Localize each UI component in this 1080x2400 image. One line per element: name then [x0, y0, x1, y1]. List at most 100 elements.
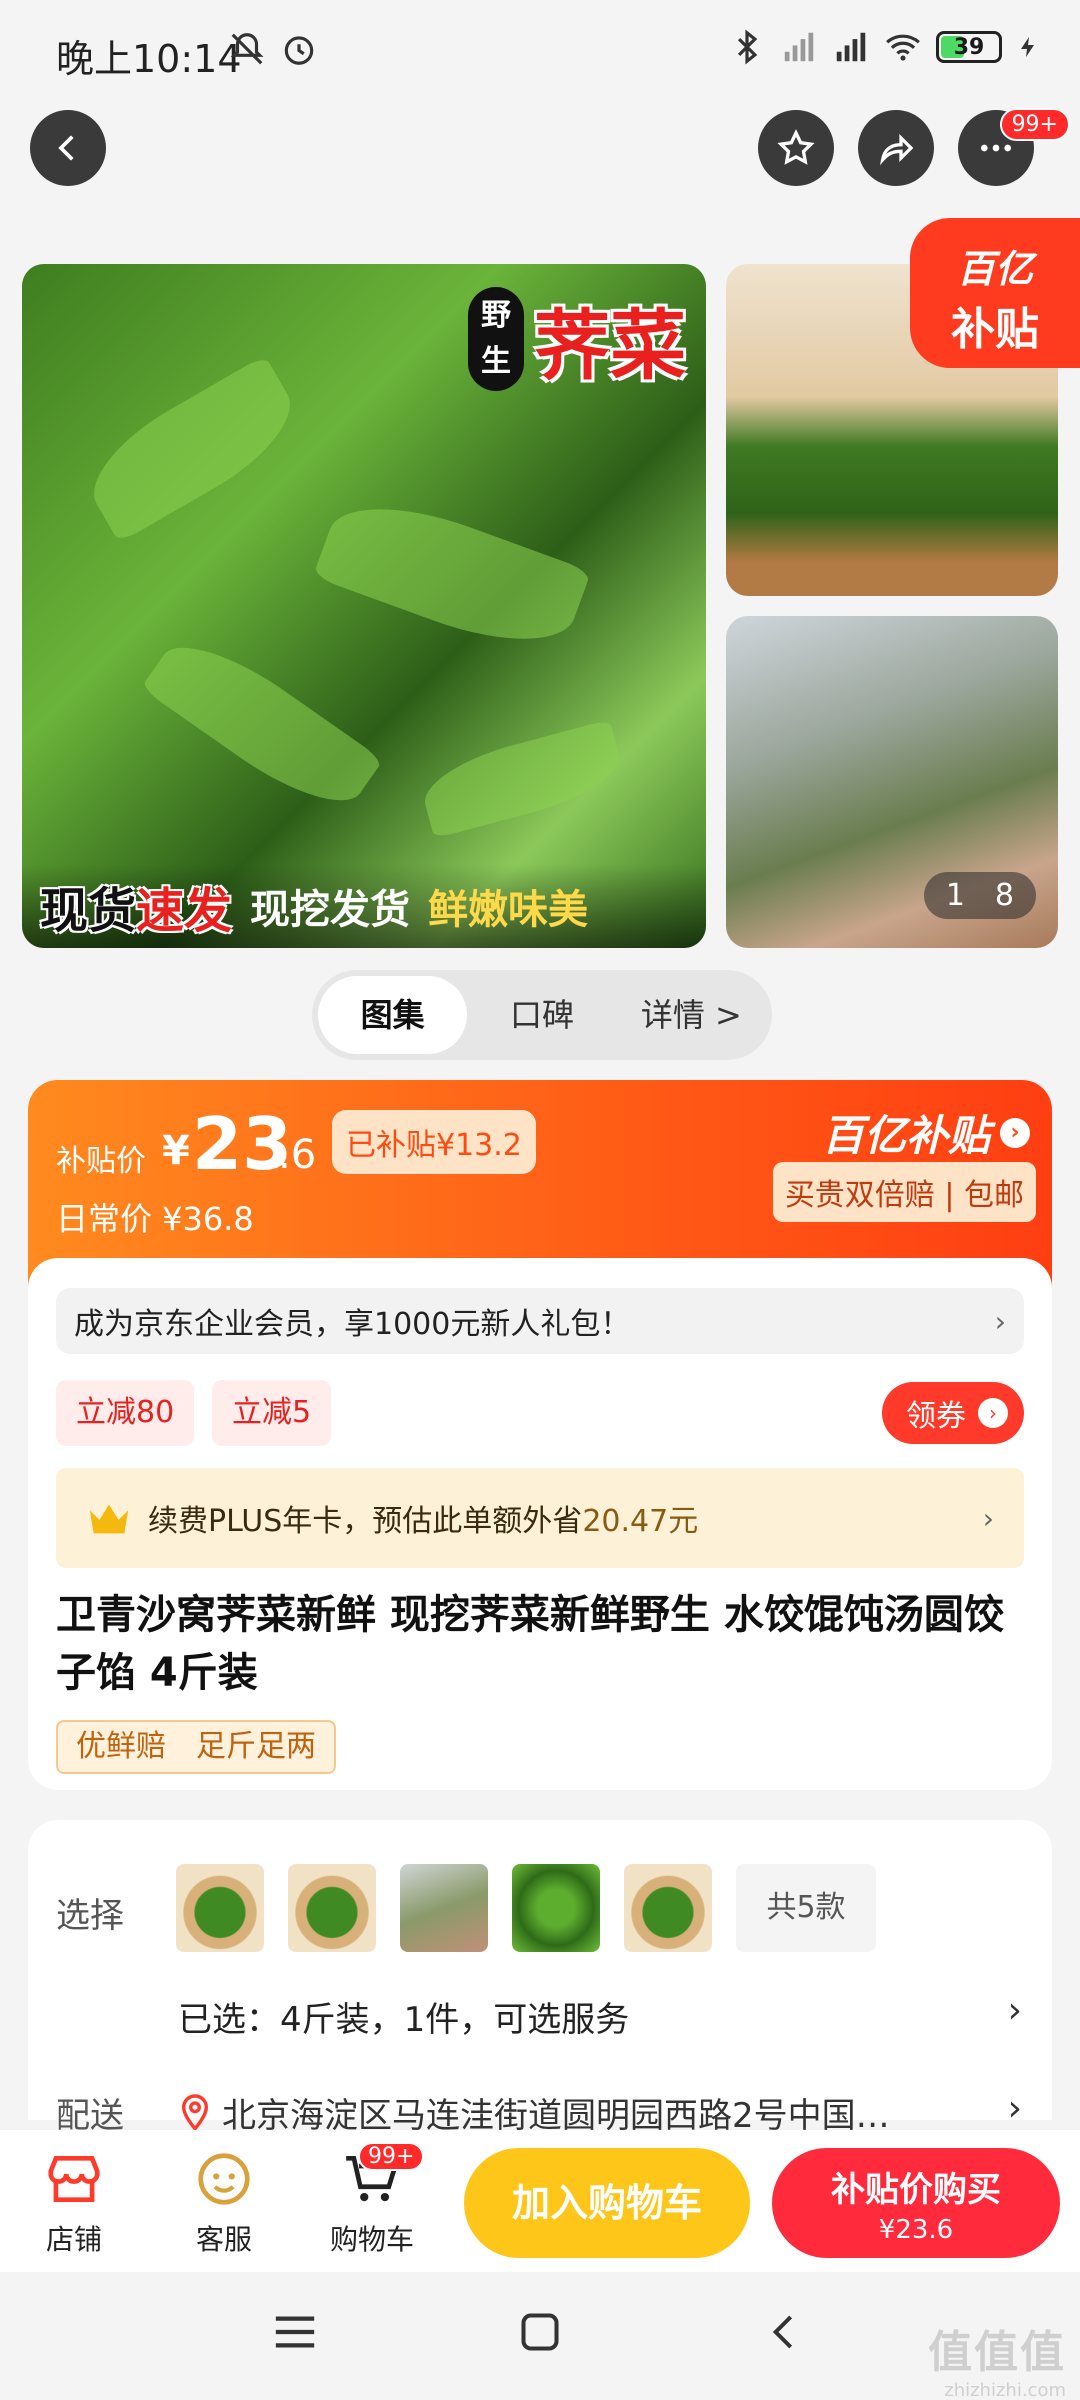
subsidy-brand: 百亿补贴 [821, 1111, 990, 1160]
counter-current: 1 [945, 878, 965, 913]
plus-text: 续费PLUS年卡，预估此单额外省20.47元 [148, 1496, 698, 1540]
home-icon[interactable] [518, 2310, 562, 2354]
store-icon [48, 2156, 100, 2202]
bell-off-icon [230, 33, 264, 65]
image-bottom-banner: 现货速发 现挖发货 鲜嫩味美 [22, 864, 706, 948]
chevron-left-icon [58, 135, 74, 161]
plus-amount: 20.47元 [582, 1504, 699, 1539]
image-title-overlay: 野生 荠菜 [468, 284, 686, 394]
back-button[interactable] [30, 110, 106, 186]
customer-service-button[interactable]: 客服 [164, 2148, 284, 2258]
tab-reviews[interactable]: 口碑 [467, 976, 616, 1054]
more-badge: 99+ [999, 108, 1070, 141]
variant-thumbnail[interactable] [400, 1864, 488, 1952]
chevron-right-icon: › [982, 1501, 994, 1535]
system-navigation-bar [0, 2272, 1080, 2400]
share-button[interactable] [858, 110, 934, 186]
customer-service-icon [198, 2153, 250, 2205]
watermark: 值值值 zhizhizhi.com [928, 2316, 1066, 2400]
guarantee-badge[interactable]: 优鲜赔 足斤足两 [56, 1720, 336, 1774]
detail-tabs: 图集 口碑 详情 > [312, 970, 772, 1060]
leaf-shape [74, 355, 310, 543]
chevron-right-icon: › [978, 1398, 1008, 1428]
plus-prefix: 续费PLUS年卡，预估此单额外省 [148, 1504, 583, 1539]
signal-icon [784, 32, 814, 62]
discount-chip[interactable]: 立减80 [56, 1380, 195, 1446]
wild-badge: 野生 [468, 287, 524, 391]
signal-hd-icon [836, 32, 866, 62]
leaf-shape [312, 482, 592, 666]
in-stock-text: 现货 [40, 883, 137, 939]
product-title: 卫青沙窝荠菜新鲜 现挖荠菜新鲜野生 水饺馄饨汤圆饺子馅 4斤装 [56, 1592, 1004, 1696]
menu-icon[interactable] [272, 2312, 318, 2352]
buy-label: 补贴价购买 [831, 2170, 1001, 2210]
variant-thumbnail[interactable] [288, 1864, 376, 1952]
leaf-shape [416, 719, 628, 839]
cart-badge: 99+ [358, 2142, 425, 2171]
get-coupon-button[interactable]: 领券 › [882, 1382, 1024, 1444]
plus-membership-bar[interactable]: 续费PLUS年卡，预估此单额外省20.47元 › [56, 1468, 1024, 1568]
fast-text: 速发 [136, 883, 233, 939]
counter-total: 8 [994, 878, 1014, 913]
guarantee-weight: 足斤足两 [196, 1729, 316, 1764]
cart-label: 购物车 [329, 2223, 414, 2256]
double-refund-badge: 买贵双倍赔 | 包邮 [772, 1162, 1036, 1222]
dig-ship-text: 现挖发货 [250, 887, 411, 933]
status-right-icons: 39 [728, 28, 1040, 66]
daily-price: 日常价 ¥36.8 [56, 1200, 254, 1238]
main-product-image[interactable]: 野生 荠菜 现货速发 现挖发货 鲜嫩味美 [22, 264, 706, 948]
chevron-right-icon: › [994, 1304, 1006, 1338]
back-nav-icon[interactable] [764, 2310, 804, 2354]
status-time: 晚上10:14 [56, 37, 242, 81]
leaf-shape [140, 622, 384, 826]
add-to-cart-button[interactable]: 加入购物车 [464, 2148, 750, 2258]
coupon-label: 领券 [906, 1399, 966, 1434]
variant-thumbnail[interactable] [176, 1864, 264, 1952]
select-label: 选择 [56, 1896, 124, 1936]
wifi-icon [886, 34, 920, 61]
chevron-right-icon[interactable]: › [1008, 1990, 1022, 2031]
selection-card: 选择 共5款 已选：4斤装，1件，可选服务 › 配送 北京海淀区马连洼街道圆明园… [28, 1820, 1052, 2136]
chevron-right-icon: › [1000, 1117, 1030, 1148]
bluetooth-icon [737, 29, 758, 65]
fast-ship-text: 现货速发 [40, 871, 232, 941]
image-counter: 1 8 [923, 872, 1036, 919]
status-bar: 晚上10:14 39 [0, 0, 1080, 100]
share-icon [880, 133, 914, 166]
variant-count[interactable]: 共5款 [736, 1864, 876, 1952]
favorite-button[interactable] [758, 110, 834, 186]
store-label: 店铺 [45, 2223, 102, 2256]
promo-text: 成为京东企业会员，享1000元新人礼包！ [74, 1307, 631, 1342]
service-label: 客服 [195, 2223, 252, 2256]
corner-line2: 补贴 [951, 304, 1039, 355]
guarantee-fresh: 优鲜赔 [76, 1729, 166, 1764]
enterprise-promo-bar[interactable]: 成为京东企业会员，享1000元新人礼包！ › [56, 1288, 1024, 1354]
watermark-text: 值值值 [928, 2327, 1066, 2378]
alarm-icon [284, 36, 314, 65]
watermark-url: zhizhizhi.com [944, 2380, 1066, 2400]
subsidy-saved-badge: 已补贴¥13.2 [332, 1110, 536, 1174]
battery-indicator: 39 [936, 31, 1002, 63]
tab-details[interactable]: 详情 > [617, 976, 766, 1054]
selected-spec[interactable]: 已选：4斤装，1件，可选服务 [178, 1992, 629, 2041]
discount-chip[interactable]: 立减5 [212, 1380, 332, 1446]
store-button[interactable]: 店铺 [14, 2148, 134, 2258]
variant-thumbnail[interactable] [624, 1864, 712, 1952]
bottom-action-bar: 店铺 客服 购物车 99+ 加入购物车 补贴价购买 ¥23.6 [0, 2130, 1080, 2272]
charging-icon [1021, 37, 1034, 57]
subsidy-corner-badge: 百亿 补贴 [910, 218, 1080, 368]
subsidy-brand-link[interactable]: 百亿补贴 › [822, 1102, 1030, 1163]
price-decimal: .6 [278, 1132, 317, 1178]
chevron-right-icon[interactable]: › [1008, 2088, 1022, 2129]
status-left-icons [228, 30, 318, 68]
tab-gallery[interactable]: 图集 [318, 976, 468, 1054]
variant-thumbnail[interactable] [512, 1864, 600, 1952]
fresh-text: 鲜嫩味美 [428, 887, 589, 933]
star-icon [777, 129, 815, 165]
buy-now-button[interactable]: 补贴价购买 ¥23.6 [772, 2148, 1060, 2258]
location-pin-icon [181, 2093, 209, 2131]
buy-price: ¥23.6 [878, 2215, 954, 2245]
price-currency: ¥ [162, 1128, 190, 1174]
image-title: 荠菜 [534, 301, 686, 390]
corner-line1: 百亿 [956, 247, 1033, 291]
